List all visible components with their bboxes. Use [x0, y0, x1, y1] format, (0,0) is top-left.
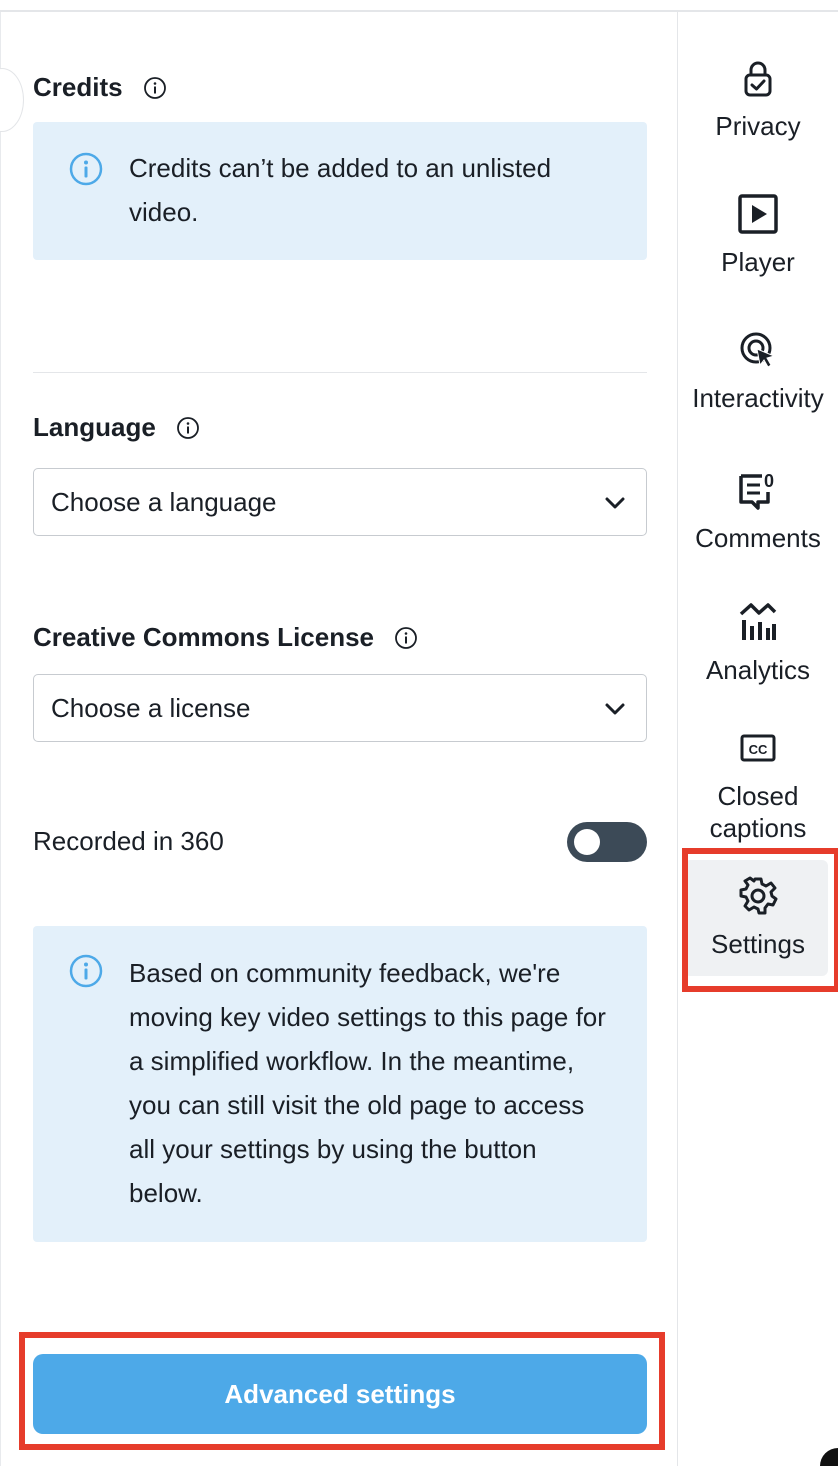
license-select-value: Choose a license: [51, 693, 251, 723]
language-select-value: Choose a language: [51, 487, 277, 517]
license-title: Creative Commons License: [33, 622, 375, 652]
language-info-icon[interactable]: [176, 416, 200, 440]
sidebar-item-label: Interactivity: [692, 383, 824, 413]
sidebar-item-player[interactable]: Player: [678, 194, 838, 278]
license-select[interactable]: Choose a license: [33, 674, 647, 742]
settings-panel: Credits Credits can’t be added to an unl…: [0, 12, 678, 1466]
sidebar-item-label: Privacy: [715, 111, 801, 141]
recorded-360-toggle[interactable]: [567, 822, 647, 862]
recorded-360-label: Recorded in 360: [33, 826, 224, 856]
license-heading: Creative Commons License: [33, 622, 418, 653]
comments-icon: 0: [739, 471, 774, 510]
sidebar-item-label: Closed captions: [709, 781, 807, 843]
sidebar-item-label: Player: [721, 247, 795, 277]
comments-badge: 0: [764, 471, 774, 491]
license-info-icon[interactable]: [394, 626, 418, 650]
toggle-knob: [574, 829, 600, 855]
closed-captions-icon: CC: [740, 734, 776, 762]
sidebar-item-comments[interactable]: 0 Comments: [678, 470, 838, 554]
play-icon: [738, 194, 778, 234]
info-icon: [69, 954, 103, 988]
sidebar-item-analytics[interactable]: Analytics: [678, 602, 838, 686]
credits-title: Credits: [33, 72, 123, 102]
credits-notice-text: Credits can’t be added to an unlisted vi…: [129, 153, 552, 227]
credits-info-icon[interactable]: [143, 76, 167, 100]
sidebar: Privacy Player Interactivity 0 Comments: [678, 12, 838, 1466]
credits-notice: Credits can’t be added to an unlisted vi…: [33, 122, 647, 260]
analytics-icon: [739, 603, 777, 640]
sidebar-item-label: Analytics: [705, 655, 811, 685]
language-heading: Language: [33, 412, 200, 443]
sidebar-item-label: Comments: [695, 523, 821, 553]
gear-icon: [739, 876, 778, 915]
info-icon: [69, 152, 103, 186]
sidebar-item-closed-captions[interactable]: CC Closed captions: [678, 728, 838, 854]
sidebar-item-privacy[interactable]: Privacy: [678, 58, 838, 142]
svg-text:CC: CC: [749, 742, 768, 757]
section-divider: [33, 372, 647, 373]
advanced-settings-button[interactable]: Advanced settings: [33, 1354, 647, 1434]
sidebar-item-label: Settings: [711, 929, 805, 959]
language-title: Language: [33, 412, 156, 442]
credits-heading: Credits: [33, 72, 167, 103]
chevron-down-icon: [605, 497, 625, 509]
left-edge: [0, 12, 1, 1466]
language-select[interactable]: Choose a language: [33, 468, 647, 536]
sidebar-item-interactivity[interactable]: Interactivity: [678, 330, 838, 414]
interactivity-icon: [740, 332, 776, 368]
settings-moving-notice: Based on community feedback, we're movin…: [33, 926, 647, 1242]
lock-icon: [744, 61, 772, 97]
sidebar-item-settings[interactable]: Settings: [678, 876, 838, 960]
settings-moving-notice-text: Based on community feedback, we're movin…: [129, 958, 606, 1208]
chevron-down-icon: [605, 703, 625, 715]
